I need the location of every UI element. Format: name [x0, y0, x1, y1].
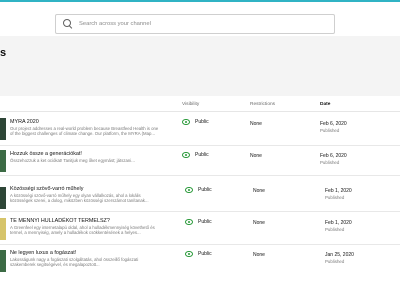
video-description: Összehozzuk a ket ociókat! Tanitjuk meg … [10, 158, 135, 163]
eye-icon [185, 187, 193, 193]
search-input[interactable]: Search across your channel [79, 21, 151, 27]
header-date[interactable]: Date [320, 102, 330, 107]
visibility-label: Public [198, 219, 212, 225]
date-value: Feb 1, 2020 [325, 188, 352, 194]
search-box[interactable]: Search across your channel [55, 14, 335, 34]
date-value: Feb 6, 2020 [320, 121, 347, 127]
eye-icon [185, 251, 193, 257]
header-visibility[interactable]: Visibility [182, 102, 199, 107]
table-row[interactable]: Közösségi szövő-varró műhely A közösségi… [0, 182, 400, 212]
visibility-label: Public [198, 187, 212, 193]
status-value: Published [320, 160, 340, 165]
table-row[interactable]: Ne legyen luxus a fogászat! Lakosságunk … [0, 246, 400, 279]
restrictions-value: None [250, 153, 262, 159]
video-title[interactable]: Hozzuk össze a generációkat! [10, 151, 82, 157]
video-title[interactable]: Közösségi szövő-varró műhely [10, 186, 83, 192]
video-thumbnail[interactable] [0, 250, 6, 272]
visibility-label: Public [195, 119, 209, 125]
video-thumbnail[interactable] [0, 187, 6, 209]
visibility-cell[interactable]: Public [185, 219, 212, 225]
video-title[interactable]: Ne legyen luxus a fogászat! [10, 250, 76, 256]
status-value: Published [320, 128, 340, 133]
video-thumbnail[interactable] [0, 118, 6, 140]
visibility-cell[interactable]: Public [185, 251, 212, 257]
table-row[interactable]: MYRA 2020 Our project addresses a real-w… [0, 112, 400, 146]
video-thumbnail[interactable] [0, 218, 6, 240]
eye-icon [185, 219, 193, 225]
visibility-cell[interactable]: Public [182, 152, 209, 158]
table-row[interactable]: TE MENNYI HULLADÉKOT TERMELSZ? A Greenfe… [0, 213, 400, 245]
eye-icon [182, 152, 190, 158]
status-value: Published [325, 227, 345, 232]
date-value: Feb 6, 2020 [320, 153, 347, 159]
top-bar: Search across your channel [0, 0, 400, 36]
search-icon[interactable] [63, 19, 73, 29]
status-value: Published [325, 259, 345, 264]
visibility-cell[interactable]: Public [185, 187, 212, 193]
video-description: Our project addresses a real-world probl… [10, 126, 159, 137]
visibility-cell[interactable]: Public [182, 119, 209, 125]
table-row[interactable]: Hozzuk össze a generációkat! Összehozzuk… [0, 146, 400, 176]
restrictions-value: None [253, 188, 265, 194]
eye-icon [182, 119, 190, 125]
header-restrictions[interactable]: Restrictions [250, 102, 275, 107]
date-value: Feb 1, 2020 [325, 220, 352, 226]
video-description: A közösségi szövő-varró műhely egy olyan… [10, 193, 149, 204]
visibility-label: Public [198, 251, 212, 257]
video-thumbnail[interactable] [0, 150, 6, 172]
video-description: A Greenfeel egy internetalapú oldal, aho… [10, 225, 155, 236]
video-title[interactable]: MYRA 2020 [10, 119, 39, 125]
visibility-label: Public [195, 152, 209, 158]
date-value: Jan 25, 2020 [325, 252, 354, 258]
restrictions-value: None [253, 220, 265, 226]
page-title: s [0, 47, 7, 59]
table-header: Visibility Restrictions Date [0, 96, 400, 112]
content-table: Visibility Restrictions Date MYRA 2020 O… [0, 96, 400, 300]
status-value: Published [325, 195, 345, 200]
restrictions-value: None [253, 252, 265, 258]
video-description: Lakosságunk nagy a fogászati szolgáltatá… [10, 257, 139, 268]
restrictions-value: None [250, 121, 262, 127]
video-title[interactable]: TE MENNYI HULLADÉKOT TERMELSZ? [10, 218, 110, 224]
